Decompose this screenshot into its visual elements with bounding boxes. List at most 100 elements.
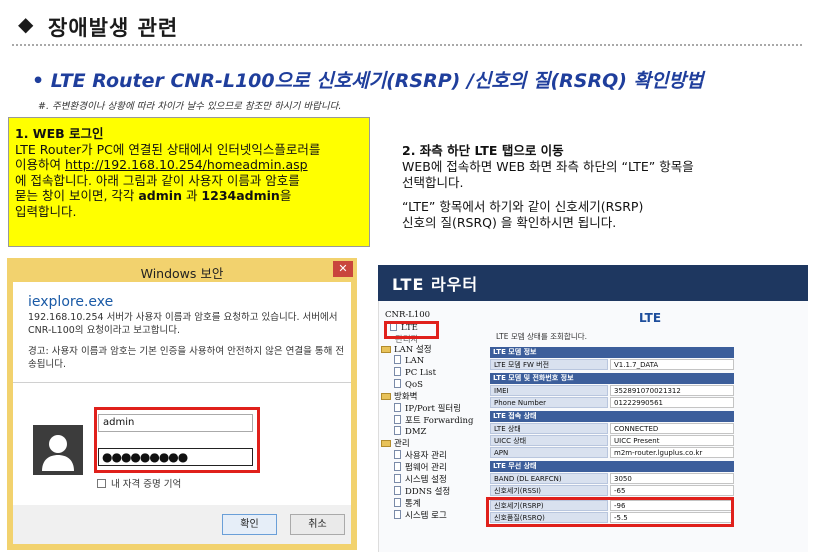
tree-item-qos[interactable]: QoS bbox=[394, 379, 423, 390]
tree-item-stats-label: 통계 bbox=[405, 499, 421, 509]
dialog-separator bbox=[13, 382, 351, 383]
step1-heading: 1. WEB 로그인 bbox=[15, 126, 104, 141]
step1-user: admin bbox=[138, 188, 182, 203]
tree-item-sys-settings[interactable]: 시스템 설정 bbox=[394, 473, 447, 485]
row-key: BAND (DL EARFCN) bbox=[490, 473, 608, 484]
tree-item-dmz[interactable]: DMZ bbox=[394, 426, 426, 437]
dialog-warning: 경고: 사용자 이름과 암호는 기본 인증을 사용하여 안전하지 않은 연결을 … bbox=[28, 346, 345, 370]
table-row: LTE 모뎀 FW 버전 V1.1.7_DATA bbox=[490, 359, 734, 370]
row-key: Phone Number bbox=[490, 397, 608, 408]
tree-root[interactable]: CNR-L100 bbox=[385, 310, 430, 320]
tree-group-firewall[interactable]: 방화벽 bbox=[381, 390, 417, 402]
dialog-title: Windows 보안 bbox=[140, 266, 224, 281]
router-header-title: LTE 라우터 bbox=[392, 275, 479, 294]
row-key: LTE 상태 bbox=[490, 423, 608, 434]
row-key: LTE 모뎀 FW 버전 bbox=[490, 359, 608, 370]
tree-item-firmware[interactable]: 펌웨어 관리 bbox=[394, 461, 447, 473]
page-icon bbox=[394, 367, 401, 376]
section-modem-phone: LTE 모뎀 및 전화번호 정보 bbox=[490, 373, 734, 384]
tree-group-admin[interactable]: 관리 bbox=[381, 437, 410, 449]
ok-button[interactable]: 확인 bbox=[222, 514, 277, 535]
page-title: 장애발생 관련 bbox=[48, 16, 179, 40]
tree-item-sys-log[interactable]: 시스템 로그 bbox=[394, 509, 447, 521]
tree-root-label: CNR-L100 bbox=[385, 310, 431, 320]
dialog-close-icon[interactable]: ✕ bbox=[333, 261, 353, 277]
row-value: CONNECTED bbox=[610, 423, 734, 434]
page-icon bbox=[394, 510, 401, 519]
section-radio: LTE 무선 상태 bbox=[490, 461, 734, 472]
dialog-message: 192.168.10.254 서버가 사용자 이름과 암호를 요청하고 있습니다… bbox=[28, 312, 338, 336]
page-icon bbox=[394, 486, 401, 495]
lte-tab-highlight bbox=[384, 321, 439, 339]
step2-line2: 선택합니다. bbox=[402, 175, 464, 190]
row-value: 3050 bbox=[610, 473, 734, 484]
section-modem-info: LTE 모뎀 정보 bbox=[490, 347, 734, 358]
section-subtitle: • LTE Router CNR-L100으로 신호세기(RSRP) /신호의 … bbox=[32, 70, 704, 92]
tree-item-ddns[interactable]: DDNS 설정 bbox=[394, 485, 450, 497]
page-icon bbox=[394, 403, 401, 412]
row-value: V1.1.7_DATA bbox=[610, 359, 734, 370]
dialog-app-name: iexplore.exe bbox=[28, 294, 114, 310]
tree-group-firewall-label: 방화벽 bbox=[394, 392, 418, 402]
row-value: -65 bbox=[610, 485, 734, 496]
header-bullet-icon: ◆ bbox=[18, 12, 34, 36]
tree-item-dmz-label: DMZ bbox=[405, 427, 427, 437]
tree-item-pc-list[interactable]: PC List bbox=[394, 367, 436, 378]
login-url-link[interactable]: http://192.168.10.254/homeadmin.asp bbox=[65, 157, 308, 172]
page-icon bbox=[394, 474, 401, 483]
step1-box: 1. WEB 로그인 LTE Router가 PC에 연결된 상태에서 인터넷익… bbox=[8, 117, 370, 247]
header-divider bbox=[12, 44, 802, 46]
step2-text: 2. 좌측 하단 LTE 탭으로 이동 WEB에 접속하면 WEB 화면 좌측 … bbox=[402, 143, 802, 231]
tree-group-lan[interactable]: LAN 설정 bbox=[381, 343, 432, 355]
row-value: m2m-router.lguplus.co.kr bbox=[610, 447, 734, 458]
signal-rows-highlight bbox=[486, 497, 734, 527]
step2-line3: “LTE” 항목에서 하기와 같이 신호세기(RSRP) bbox=[402, 199, 644, 214]
step1-line2: 이용하여 http://192.168.10.254/homeadmin.asp bbox=[15, 157, 363, 173]
tree-item-ip-port-filter[interactable]: IP/Port 필터링 bbox=[394, 402, 461, 414]
tree-item-lan-label: LAN bbox=[405, 356, 425, 366]
step1-line4-suffix: 을 bbox=[279, 188, 292, 203]
row-key: UICC 상태 bbox=[490, 435, 608, 446]
step2-line4: 신호의 질(RSRQ) 을 확인하시면 됩니다. bbox=[402, 215, 617, 230]
folder-icon bbox=[381, 393, 391, 400]
table-row: Phone Number 01222990561 bbox=[490, 397, 734, 408]
section-connection: LTE 접속 상태 bbox=[490, 411, 734, 422]
folder-icon bbox=[381, 346, 391, 353]
table-row: UICC 상태 UICC Present bbox=[490, 435, 734, 446]
table-row: BAND (DL EARFCN) 3050 bbox=[490, 473, 734, 484]
page-icon bbox=[394, 498, 401, 507]
router-main-title: LTE bbox=[638, 311, 662, 325]
tree-item-firmware-label: 펌웨어 관리 bbox=[405, 463, 447, 473]
tree-item-ddns-label: DDNS 설정 bbox=[405, 487, 451, 497]
step1-pass: 1234admin bbox=[201, 188, 280, 203]
remember-credentials[interactable]: 내 자격 증명 기억 bbox=[97, 476, 181, 490]
cancel-button[interactable]: 취소 bbox=[290, 514, 345, 535]
tree-item-user-mgmt-label: 사용자 관리 bbox=[405, 451, 447, 461]
step1-line2-prefix: 이용하여 bbox=[15, 157, 65, 172]
tree-item-port-forwarding[interactable]: 포트 Forwarding bbox=[394, 414, 473, 426]
remember-checkbox[interactable] bbox=[97, 479, 106, 488]
page-icon bbox=[394, 379, 401, 388]
login-fields-highlight bbox=[94, 407, 260, 473]
tree-group-admin-label: 관리 bbox=[394, 439, 410, 449]
table-row: LTE 상태 CONNECTED bbox=[490, 423, 734, 434]
tree-item-pc-list-label: PC List bbox=[405, 368, 437, 378]
tree-item-ip-port-filter-label: IP/Port 필터링 bbox=[405, 404, 462, 414]
row-key: APN bbox=[490, 447, 608, 458]
page-icon bbox=[394, 415, 401, 424]
row-value: 01222990561 bbox=[610, 397, 734, 408]
step1-line5: 입력합니다. bbox=[15, 203, 77, 219]
tree-item-stats[interactable]: 통계 bbox=[394, 497, 421, 509]
page-icon bbox=[394, 355, 401, 364]
step1-line4: 묻는 창이 보이면, 각각 admin 과 1234admin을 bbox=[15, 188, 363, 204]
tree-item-user-mgmt[interactable]: 사용자 관리 bbox=[394, 449, 447, 461]
tree-item-qos-label: QoS bbox=[405, 380, 423, 390]
step2-line1: WEB에 접속하면 WEB 화면 좌측 하단의 “LTE” 항목을 bbox=[402, 159, 694, 174]
tree-item-lan[interactable]: LAN bbox=[394, 355, 424, 366]
tree-item-sys-log-label: 시스템 로그 bbox=[405, 511, 447, 521]
row-value: 352891070021312 bbox=[610, 385, 734, 396]
folder-icon bbox=[381, 440, 391, 447]
step1-line3: 에 접속합니다. 아래 그림과 같이 사용자 이름과 암호를 bbox=[15, 172, 300, 188]
row-value: UICC Present bbox=[610, 435, 734, 446]
step1-line1: LTE Router가 PC에 연결된 상태에서 인터넷익스플로러를 bbox=[15, 141, 321, 157]
